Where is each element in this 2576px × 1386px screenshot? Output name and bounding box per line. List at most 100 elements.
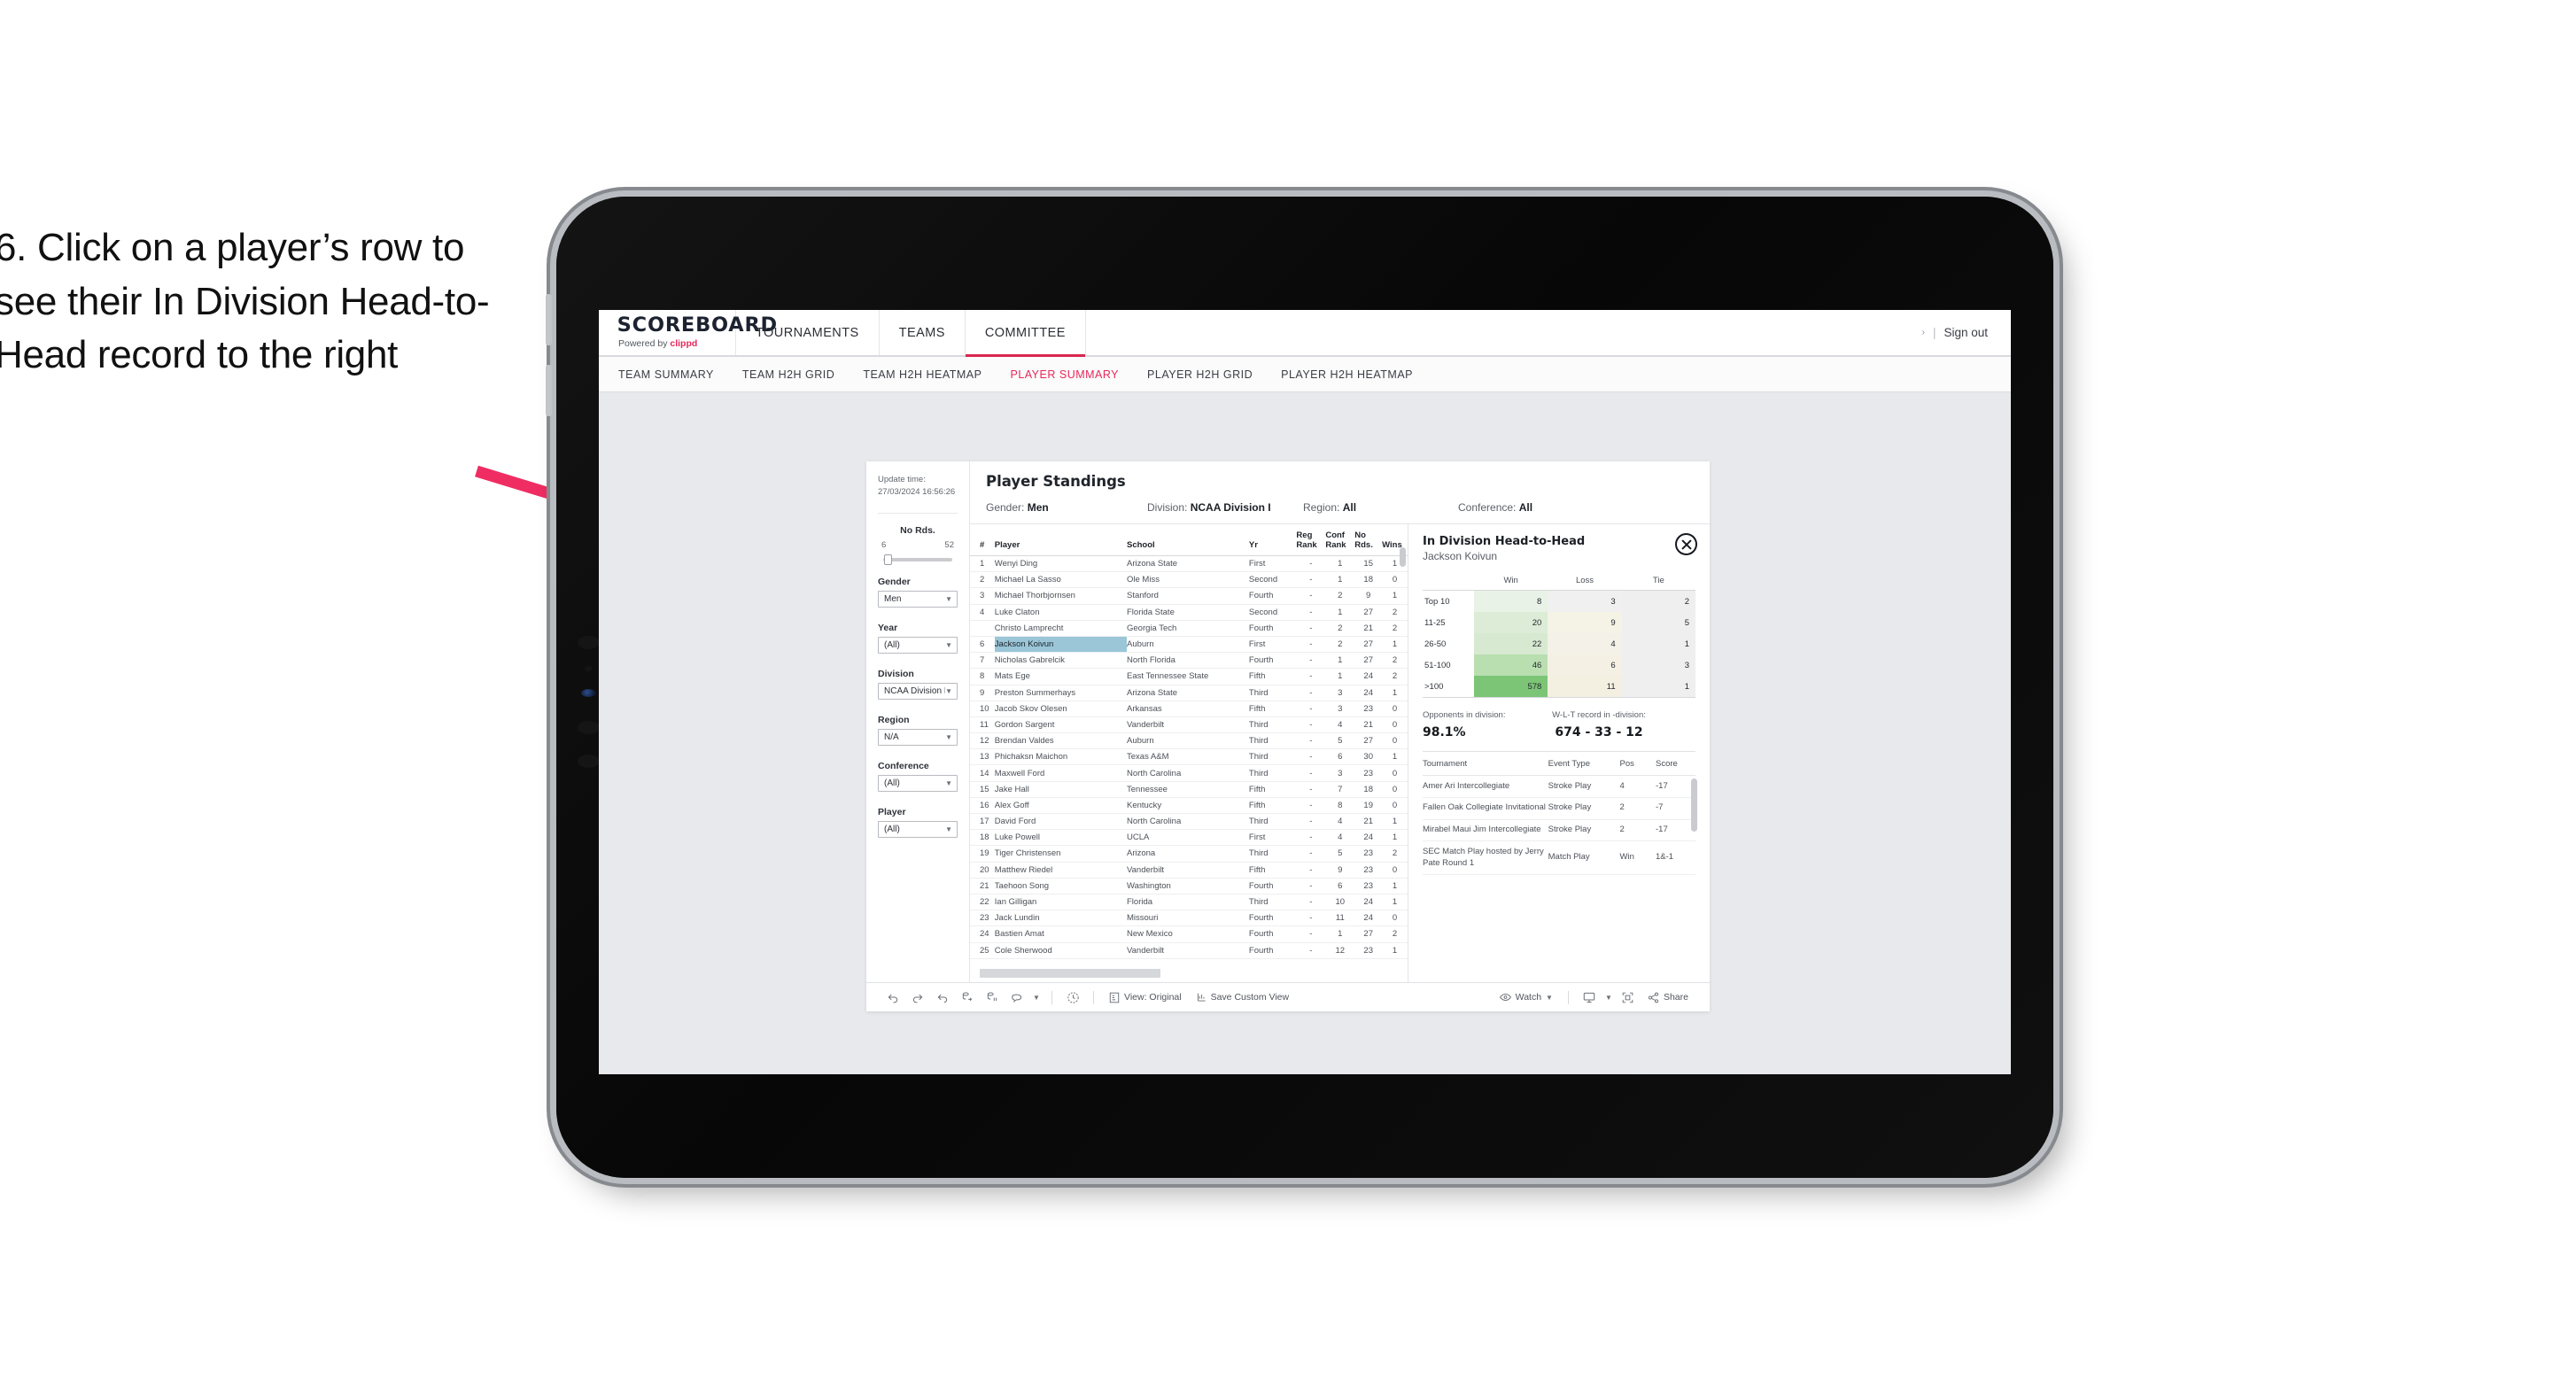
heatmap-cell[interactable]: 578: [1474, 676, 1548, 698]
heatmap-cell[interactable]: 4: [1548, 633, 1622, 654]
table-row[interactable]: 22 Ian Gilligan Florida Third -10 24 1: [970, 894, 1408, 911]
table-row[interactable]: 17 David Ford North Carolina Third -4 21 1: [970, 813, 1408, 831]
standings-horizontal-scrollbar[interactable]: [980, 969, 1160, 978]
table-row[interactable]: 20 Matthew Riedel Vanderbilt Fifth -9 23 0: [970, 862, 1408, 879]
volume-button-up[interactable]: [546, 294, 552, 345]
revert-icon[interactable]: [930, 991, 955, 1003]
fullscreen-icon[interactable]: [1616, 992, 1641, 1003]
cell-school: Stanford: [1127, 587, 1249, 605]
watch-button[interactable]: Watch ▼: [1493, 992, 1560, 1003]
subnav-team-h2h-heatmap[interactable]: TEAM H2H HEATMAP: [863, 368, 982, 381]
col-tournament[interactable]: Tournament: [1423, 752, 1548, 776]
view-original-button[interactable]: View: Original: [1102, 992, 1189, 1003]
highlight-dropdown-icon[interactable]: ▼: [1029, 994, 1044, 1002]
subnav-player-h2h-grid[interactable]: PLAYER H2H GRID: [1147, 368, 1253, 381]
table-row[interactable]: 11 Gordon Sargent Vanderbilt Third -4 21 0: [970, 716, 1408, 734]
table-row[interactable]: 21 Taehoon Song Washington Fourth -6 23 1: [970, 878, 1408, 894]
table-row[interactable]: 2 Michael La Sasso Ole Miss Second -1 18 0: [970, 571, 1408, 589]
subnav-player-h2h-heatmap[interactable]: PLAYER H2H HEATMAP: [1281, 368, 1413, 381]
col-pos[interactable]: Pos: [1619, 752, 1656, 776]
heatmap-cell[interactable]: 1: [1621, 633, 1695, 654]
no-rounds-slider-handle[interactable]: [884, 554, 892, 565]
col-score[interactable]: Score: [1656, 752, 1695, 776]
table-row[interactable]: Christo Lamprecht Georgia Tech Fourth -2 21 2: [970, 620, 1408, 637]
heatmap-cell[interactable]: 3: [1548, 590, 1622, 612]
table-row[interactable]: 9 Preston Summerhays Arizona State Third -3 2…: [970, 685, 1408, 701]
table-row[interactable]: 13 Phichaksn Maichon Texas A&M Third -6 30 1: [970, 748, 1408, 766]
col-no-rds[interactable]: No Rds.: [1354, 524, 1383, 556]
heatmap-cell[interactable]: 11: [1548, 676, 1622, 698]
save-custom-view-button[interactable]: Save Custom View: [1189, 992, 1297, 1003]
table-row[interactable]: 4 Luke Claton Florida State Second -1 27 2: [970, 604, 1408, 621]
close-circle-icon[interactable]: [1675, 533, 1697, 555]
heatmap-cell[interactable]: 9: [1548, 612, 1622, 633]
col-rank[interactable]: #: [970, 524, 995, 556]
filter-conference-select[interactable]: (All) ▼: [878, 774, 958, 792]
list-item[interactable]: Amer Ari Intercollegiate Stroke Play 4 -17: [1423, 775, 1695, 798]
list-item[interactable]: SEC Match Play hosted by Jerry Pate Roun…: [1423, 840, 1695, 876]
device-dropdown-icon[interactable]: ▼: [1602, 994, 1616, 1002]
highlight-icon[interactable]: [1005, 992, 1029, 1003]
col-yr[interactable]: Yr: [1248, 524, 1297, 556]
heatmap-cell[interactable]: 46: [1474, 654, 1548, 676]
col-conf-rank[interactable]: Conf Rank: [1325, 524, 1355, 556]
table-row[interactable]: 10 Jacob Skov Olesen Arkansas Fifth -3 23 0: [970, 701, 1408, 717]
no-rounds-slider[interactable]: [883, 554, 952, 565]
filter-player-select[interactable]: (All) ▼: [878, 820, 958, 838]
table-row[interactable]: 12 Brendan Valdes Auburn Third -5 27 0: [970, 732, 1408, 750]
heatmap-cell[interactable]: 20: [1474, 612, 1548, 633]
table-row[interactable]: 7 Nicholas Gabrelcik North Florida Fourth -1…: [970, 652, 1408, 670]
table-row[interactable]: 19 Tiger Christensen Arizona Third -5 23 2: [970, 845, 1408, 863]
table-row[interactable]: 3 Michael Thorbjornsen Stanford Fourth -2 9 1: [970, 587, 1408, 605]
share-button[interactable]: Share: [1641, 992, 1695, 1003]
volume-button-down[interactable]: [546, 365, 552, 416]
heatmap-cell[interactable]: 8: [1474, 590, 1548, 612]
table-row[interactable]: 6 Jackson Koivun Auburn First -2 27 1: [970, 636, 1408, 654]
nav-tab-teams[interactable]: TEAMS: [880, 310, 966, 355]
redo-icon[interactable]: [905, 991, 930, 1003]
table-row[interactable]: 23 Jack Lundin Missouri Fourth -11 24 0: [970, 910, 1408, 927]
subnav-player-summary[interactable]: PLAYER SUMMARY: [1010, 368, 1119, 381]
filter-year-select[interactable]: (All) ▼: [878, 636, 958, 654]
table-row[interactable]: 16 Alex Goff Kentucky Fifth -8 19 0: [970, 797, 1408, 815]
col-event-type[interactable]: Event Type: [1548, 752, 1620, 776]
nav-tab-tournaments[interactable]: TOURNAMENTS: [736, 310, 880, 355]
filter-gender-select[interactable]: Men ▼: [878, 590, 958, 608]
filter-division-select[interactable]: NCAA Division I ▼: [878, 682, 958, 700]
refresh-data-icon[interactable]: [955, 991, 980, 1003]
heatmap-cell[interactable]: 5: [1621, 612, 1695, 633]
pause-data-icon[interactable]: [980, 991, 1005, 1003]
table-row[interactable]: 18 Luke Powell UCLA First -4 24 1: [970, 829, 1408, 847]
list-item[interactable]: Mirabel Maui Jim Intercollegiate Stroke P…: [1423, 819, 1695, 842]
cell-no-rds: 27: [1354, 652, 1383, 670]
brand-tagline-link[interactable]: clippd: [670, 338, 697, 349]
heatmap-row-label: 11-25: [1423, 612, 1474, 633]
sign-out-link[interactable]: Sign out: [1944, 326, 1988, 339]
heatmap-cell[interactable]: 6: [1548, 654, 1622, 676]
subnav-team-summary[interactable]: TEAM SUMMARY: [618, 368, 714, 381]
heatmap-cell[interactable]: 1: [1621, 676, 1695, 698]
nav-tab-committee[interactable]: COMMITTEE: [965, 310, 1086, 357]
table-row[interactable]: 25 Cole Sherwood Vanderbilt Fourth -12 23 1: [970, 942, 1408, 959]
col-reg-rank[interactable]: Reg Rank: [1296, 524, 1326, 556]
heatmap-cell[interactable]: 2: [1621, 590, 1695, 612]
undo-icon[interactable]: [881, 991, 905, 1003]
table-row[interactable]: 8 Mats Ege East Tennessee State Fifth -1 24 2: [970, 668, 1408, 685]
col-school[interactable]: School: [1127, 524, 1249, 556]
table-row[interactable]: 24 Bastien Amat New Mexico Fourth -1 27 2: [970, 925, 1408, 943]
brand-logo[interactable]: SCOREBOARD Powered by clippd: [599, 310, 777, 355]
list-item[interactable]: Fallen Oak Collegiate Invitational Stroke…: [1423, 797, 1695, 820]
subnav-team-h2h-grid[interactable]: TEAM H2H GRID: [742, 368, 834, 381]
tournament-results-scrollbar[interactable]: [1691, 778, 1697, 832]
heatmap-cell[interactable]: 3: [1621, 654, 1695, 676]
chevron-right-icon[interactable]: ›: [1922, 328, 1925, 337]
table-row[interactable]: 14 Maxwell Ford North Carolina Third -3 23 0: [970, 764, 1408, 782]
filter-region-select[interactable]: N/A ▼: [878, 728, 958, 746]
col-player[interactable]: Player: [994, 524, 1127, 556]
pause-refresh-icon[interactable]: [1060, 991, 1085, 1004]
table-row[interactable]: 1 Wenyi Ding Arizona State First -1 15 1: [970, 555, 1408, 573]
standings-vertical-scrollbar[interactable]: [1400, 547, 1406, 567]
table-row[interactable]: 15 Jake Hall Tennessee Fifth -7 18 0: [970, 781, 1408, 798]
device-layout-icon[interactable]: [1577, 992, 1602, 1003]
heatmap-cell[interactable]: 22: [1474, 633, 1548, 654]
